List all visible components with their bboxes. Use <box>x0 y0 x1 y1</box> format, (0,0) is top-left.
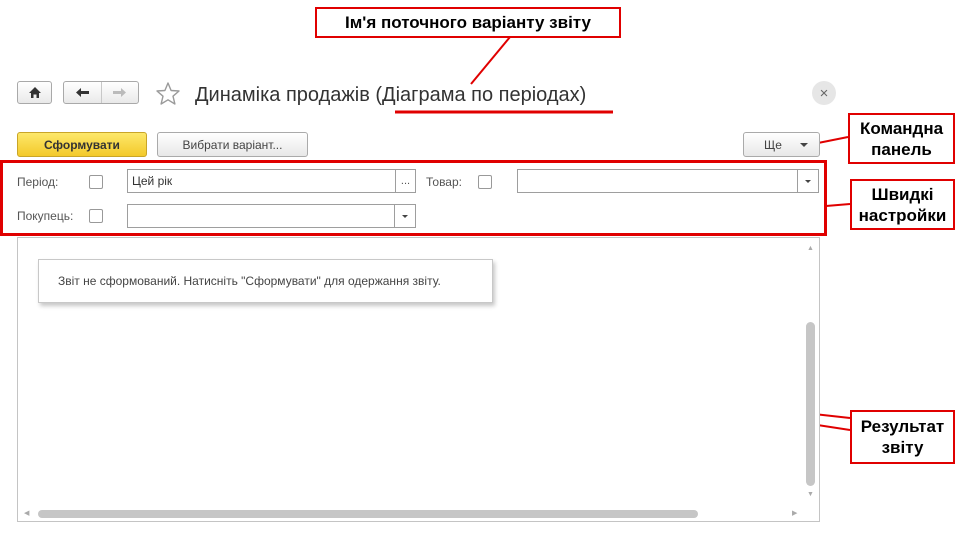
product-field[interactable] <box>517 169 799 193</box>
callout-command-panel-text: Командна панель <box>859 118 944 159</box>
callout-report-result-text: Результат звіту <box>860 417 945 457</box>
product-checkbox[interactable] <box>478 175 492 189</box>
back-button[interactable] <box>64 82 101 103</box>
callout-variant-name: Ім'я поточного варіанту звіту <box>315 7 621 38</box>
callout-report-result: Результат звіту <box>850 410 955 464</box>
generate-button[interactable]: Сформувати <box>17 132 147 157</box>
scroll-right-icon[interactable]: ▶ <box>792 509 797 517</box>
more-button[interactable]: Ще <box>743 132 820 157</box>
period-field[interactable]: Цей рік <box>127 169 396 193</box>
home-icon <box>28 87 41 98</box>
product-dropdown-button[interactable] <box>797 169 819 193</box>
callout-quick-settings: Швидкі настройки <box>850 179 955 230</box>
scroll-left-icon[interactable]: ◀ <box>24 509 29 517</box>
home-button[interactable] <box>17 81 52 104</box>
callout-variant-name-text: Ім'я поточного варіанту звіту <box>344 13 592 32</box>
favorite-button[interactable] <box>155 81 181 107</box>
close-button[interactable]: × <box>812 81 836 105</box>
chevron-down-icon <box>800 143 808 147</box>
chevron-down-icon <box>805 179 811 183</box>
buyer-checkbox[interactable] <box>89 209 103 223</box>
buyer-label: Покупець: <box>17 209 74 223</box>
close-icon: × <box>819 84 829 102</box>
star-icon <box>156 82 180 105</box>
history-nav <box>63 81 139 104</box>
more-button-label: Ще <box>764 137 782 152</box>
scroll-up-icon[interactable]: ▲ <box>807 245 814 252</box>
period-label: Період: <box>17 175 59 189</box>
scroll-down-icon[interactable]: ▼ <box>807 491 814 498</box>
buyer-field[interactable] <box>127 204 395 228</box>
page-title: Динаміка продажів (Діаграма по періодах) <box>195 84 587 106</box>
forward-button[interactable] <box>100 82 139 103</box>
product-label: Товар: <box>426 175 462 189</box>
ellipsis-icon: ... <box>400 175 411 187</box>
vertical-scrollbar-thumb[interactable] <box>806 322 815 486</box>
horizontal-scrollbar-thumb[interactable] <box>38 510 698 518</box>
chevron-down-icon <box>402 214 408 218</box>
report-not-generated-notice: Звіт не сформований. Натисніть "Сформува… <box>38 259 493 303</box>
buyer-dropdown-button[interactable] <box>394 204 416 228</box>
period-checkbox[interactable] <box>89 175 103 189</box>
choose-variant-button[interactable]: Вибрати варіант... <box>157 132 308 157</box>
arrow-right-icon <box>113 88 127 97</box>
callout-quick-settings-text: Швидкі настройки <box>858 184 947 225</box>
period-select-button[interactable]: ... <box>395 169 416 193</box>
arrow-left-icon <box>75 88 89 97</box>
callout-command-panel: Командна панель <box>848 113 955 164</box>
